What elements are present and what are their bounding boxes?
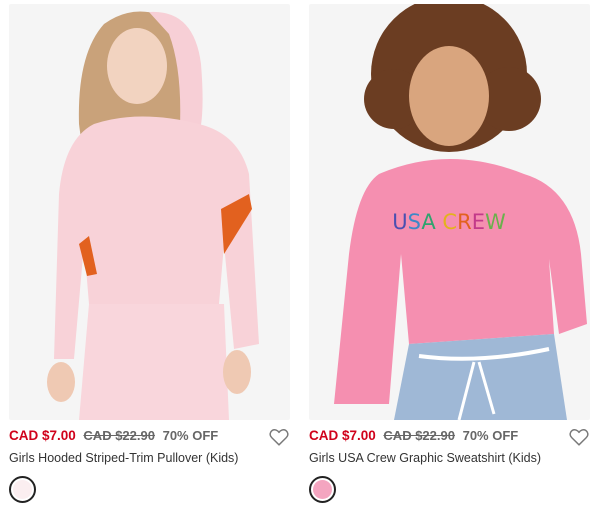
swatch-fill bbox=[13, 480, 32, 499]
product-photo bbox=[9, 4, 290, 420]
color-swatch[interactable] bbox=[309, 476, 336, 503]
product-grid: CAD $7.00 CAD $22.90 70% OFF Girls Hoode… bbox=[0, 0, 592, 527]
product-image[interactable]: USA CREW bbox=[309, 4, 590, 420]
heart-outline-icon bbox=[269, 429, 289, 446]
color-swatch[interactable] bbox=[9, 476, 36, 503]
wishlist-button[interactable] bbox=[568, 426, 590, 448]
product-card: CAD $7.00 CAD $22.90 70% OFF Girls Hoode… bbox=[9, 0, 290, 527]
product-image[interactable] bbox=[9, 4, 290, 420]
sale-price: CAD $7.00 bbox=[309, 428, 376, 443]
discount-label: 70% OFF bbox=[162, 428, 219, 443]
product-title-link[interactable]: Girls Hooded Striped-Trim Pullover (Kids… bbox=[9, 451, 290, 465]
original-price: CAD $22.90 bbox=[383, 428, 455, 443]
product-title-link[interactable]: Girls USA Crew Graphic Sweatshirt (Kids) bbox=[309, 451, 590, 465]
product-photo: USA CREW bbox=[309, 4, 590, 420]
original-price: CAD $22.90 bbox=[83, 428, 155, 443]
price-row: CAD $7.00 CAD $22.90 70% OFF bbox=[9, 428, 290, 448]
price-row: CAD $7.00 CAD $22.90 70% OFF bbox=[309, 428, 590, 448]
graphic-text: USA CREW bbox=[392, 210, 506, 234]
discount-label: 70% OFF bbox=[462, 428, 519, 443]
wishlist-button[interactable] bbox=[268, 426, 290, 448]
sale-price: CAD $7.00 bbox=[9, 428, 76, 443]
heart-outline-icon bbox=[569, 429, 589, 446]
product-card: USA CREW CAD $7.00 CAD $22.90 70% OFF Gi… bbox=[309, 0, 590, 527]
swatch-fill bbox=[313, 480, 332, 499]
